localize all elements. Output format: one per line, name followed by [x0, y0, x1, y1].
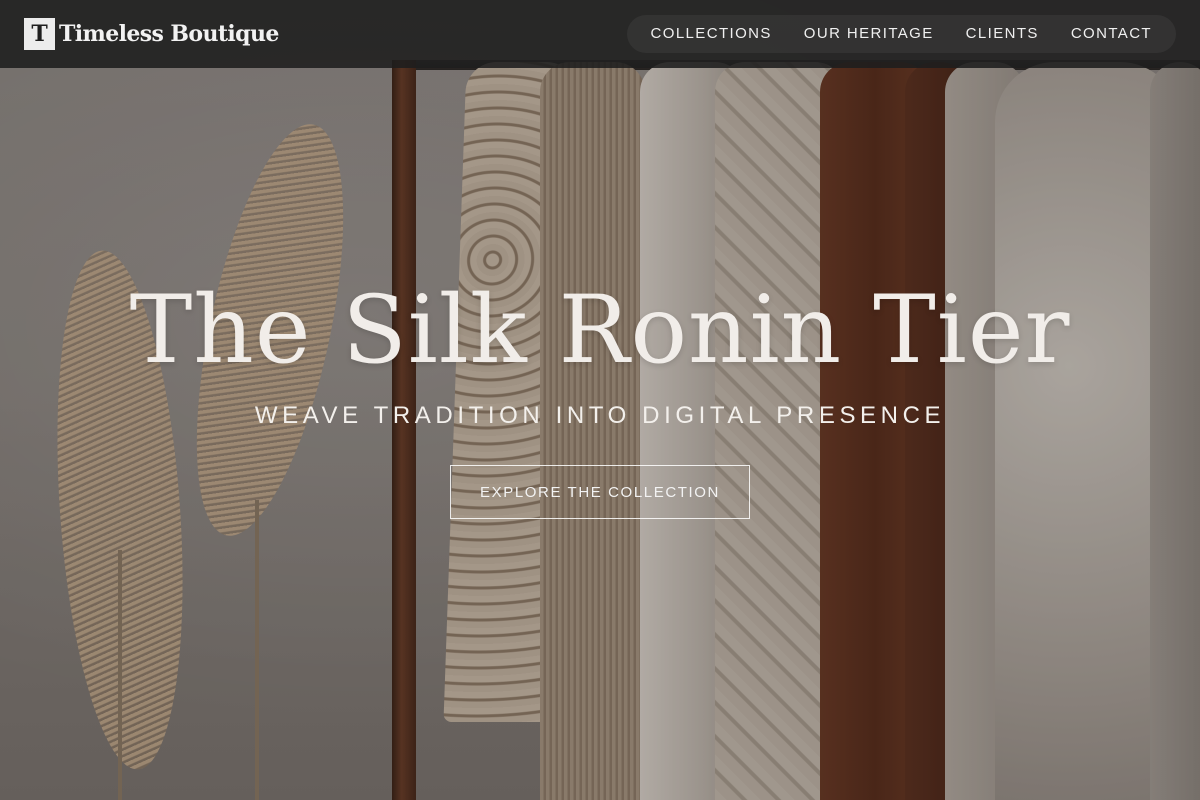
- hero-section: The Silk Ronin Tier WEAVE TRADITION INTO…: [0, 68, 1200, 800]
- main-nav: COLLECTIONS OUR HERITAGE CLIENTS CONTACT: [626, 15, 1176, 53]
- brand-name: Timeless Boutique: [59, 21, 279, 47]
- hero-subtitle: WEAVE TRADITION INTO DIGITAL PRESENCE: [254, 402, 946, 429]
- explore-collection-button[interactable]: EXPLORE THE COLLECTION: [450, 465, 750, 519]
- nav-item-contact[interactable]: CONTACT: [1055, 15, 1168, 53]
- nav-item-clients[interactable]: CLIENTS: [950, 15, 1055, 53]
- site-header: T Timeless Boutique COLLECTIONS OUR HERI…: [0, 0, 1200, 68]
- nav-item-our-heritage[interactable]: OUR HERITAGE: [788, 15, 950, 53]
- nav-item-collections[interactable]: COLLECTIONS: [635, 15, 788, 53]
- hero-title: The Silk Ronin Tier: [129, 276, 1071, 385]
- brand-logo[interactable]: T Timeless Boutique: [24, 18, 279, 50]
- logo-mark-icon: T: [24, 18, 55, 50]
